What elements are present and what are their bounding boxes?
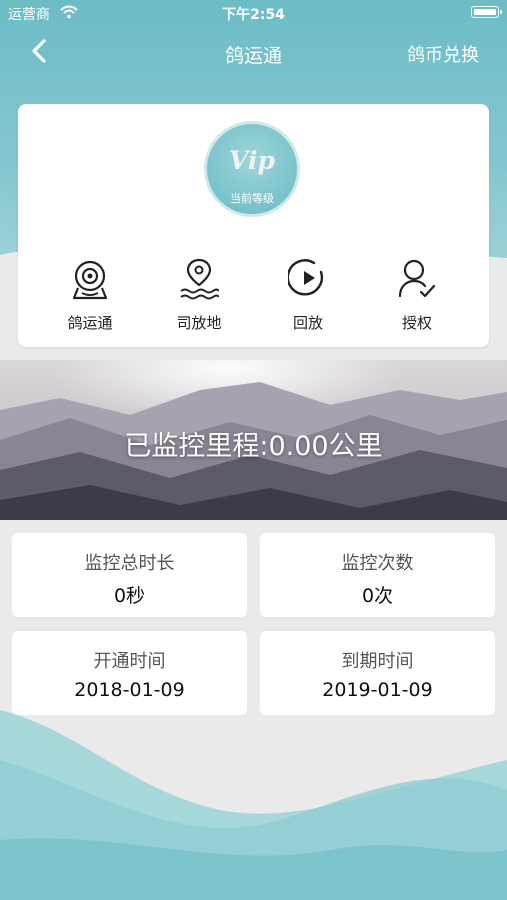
camera-icon [72,260,108,300]
stat-value: 0秒 [113,585,146,607]
feature-label: 鸽运通 [67,314,113,332]
stat-monitor-count: 监控次数 0次 [260,533,495,617]
feature-authorize[interactable]: 授权 [362,258,472,338]
feature-label: 司放地 [176,314,222,332]
clock: 下午2:54 [222,7,285,23]
stat-value: 2018-01-09 [74,679,185,701]
status-bar: 运营商 下午2:54 [0,0,507,26]
mileage-text: 已监控里程:0.00公里 [124,431,383,462]
stat-label: 到期时间 [341,651,414,672]
stat-value: 2019-01-09 [322,679,433,701]
mileage-banner: 已监控里程:0.00公里 [0,360,507,520]
current-level-label: 当前等级 [230,192,274,205]
membership-card: Vip 当前等级 鸽运通 司放地 回放 授权 [18,104,489,347]
feature-playback[interactable]: 回放 [253,258,363,338]
stat-expiry-date: 到期时间 2019-01-09 [260,631,495,715]
navigation-bar: 鸽运通 鸽币兑换 [0,30,507,74]
coin-exchange-button[interactable]: 鸽币兑换 [407,41,479,67]
stat-label: 开通时间 [93,651,166,672]
vip-badge: Vip 当前等级 [204,121,300,217]
feature-label: 授权 [401,314,432,332]
location-icon [180,258,219,300]
footer-waves [0,710,507,900]
stat-total-duration: 监控总时长 0秒 [12,533,247,617]
feature-pigeon-transport[interactable]: 鸽运通 [35,258,145,338]
stat-open-date: 开通时间 2018-01-09 [12,631,247,715]
play-icon [288,259,324,296]
vip-label: Vip [229,146,275,175]
stat-label: 监控总时长 [84,553,175,574]
stat-value: 0次 [361,585,394,607]
feature-release-site[interactable]: 司放地 [144,258,254,338]
stat-label: 监控次数 [341,553,414,574]
feature-label: 回放 [292,314,323,332]
user-check-icon [398,259,436,298]
battery-icon [471,6,502,18]
